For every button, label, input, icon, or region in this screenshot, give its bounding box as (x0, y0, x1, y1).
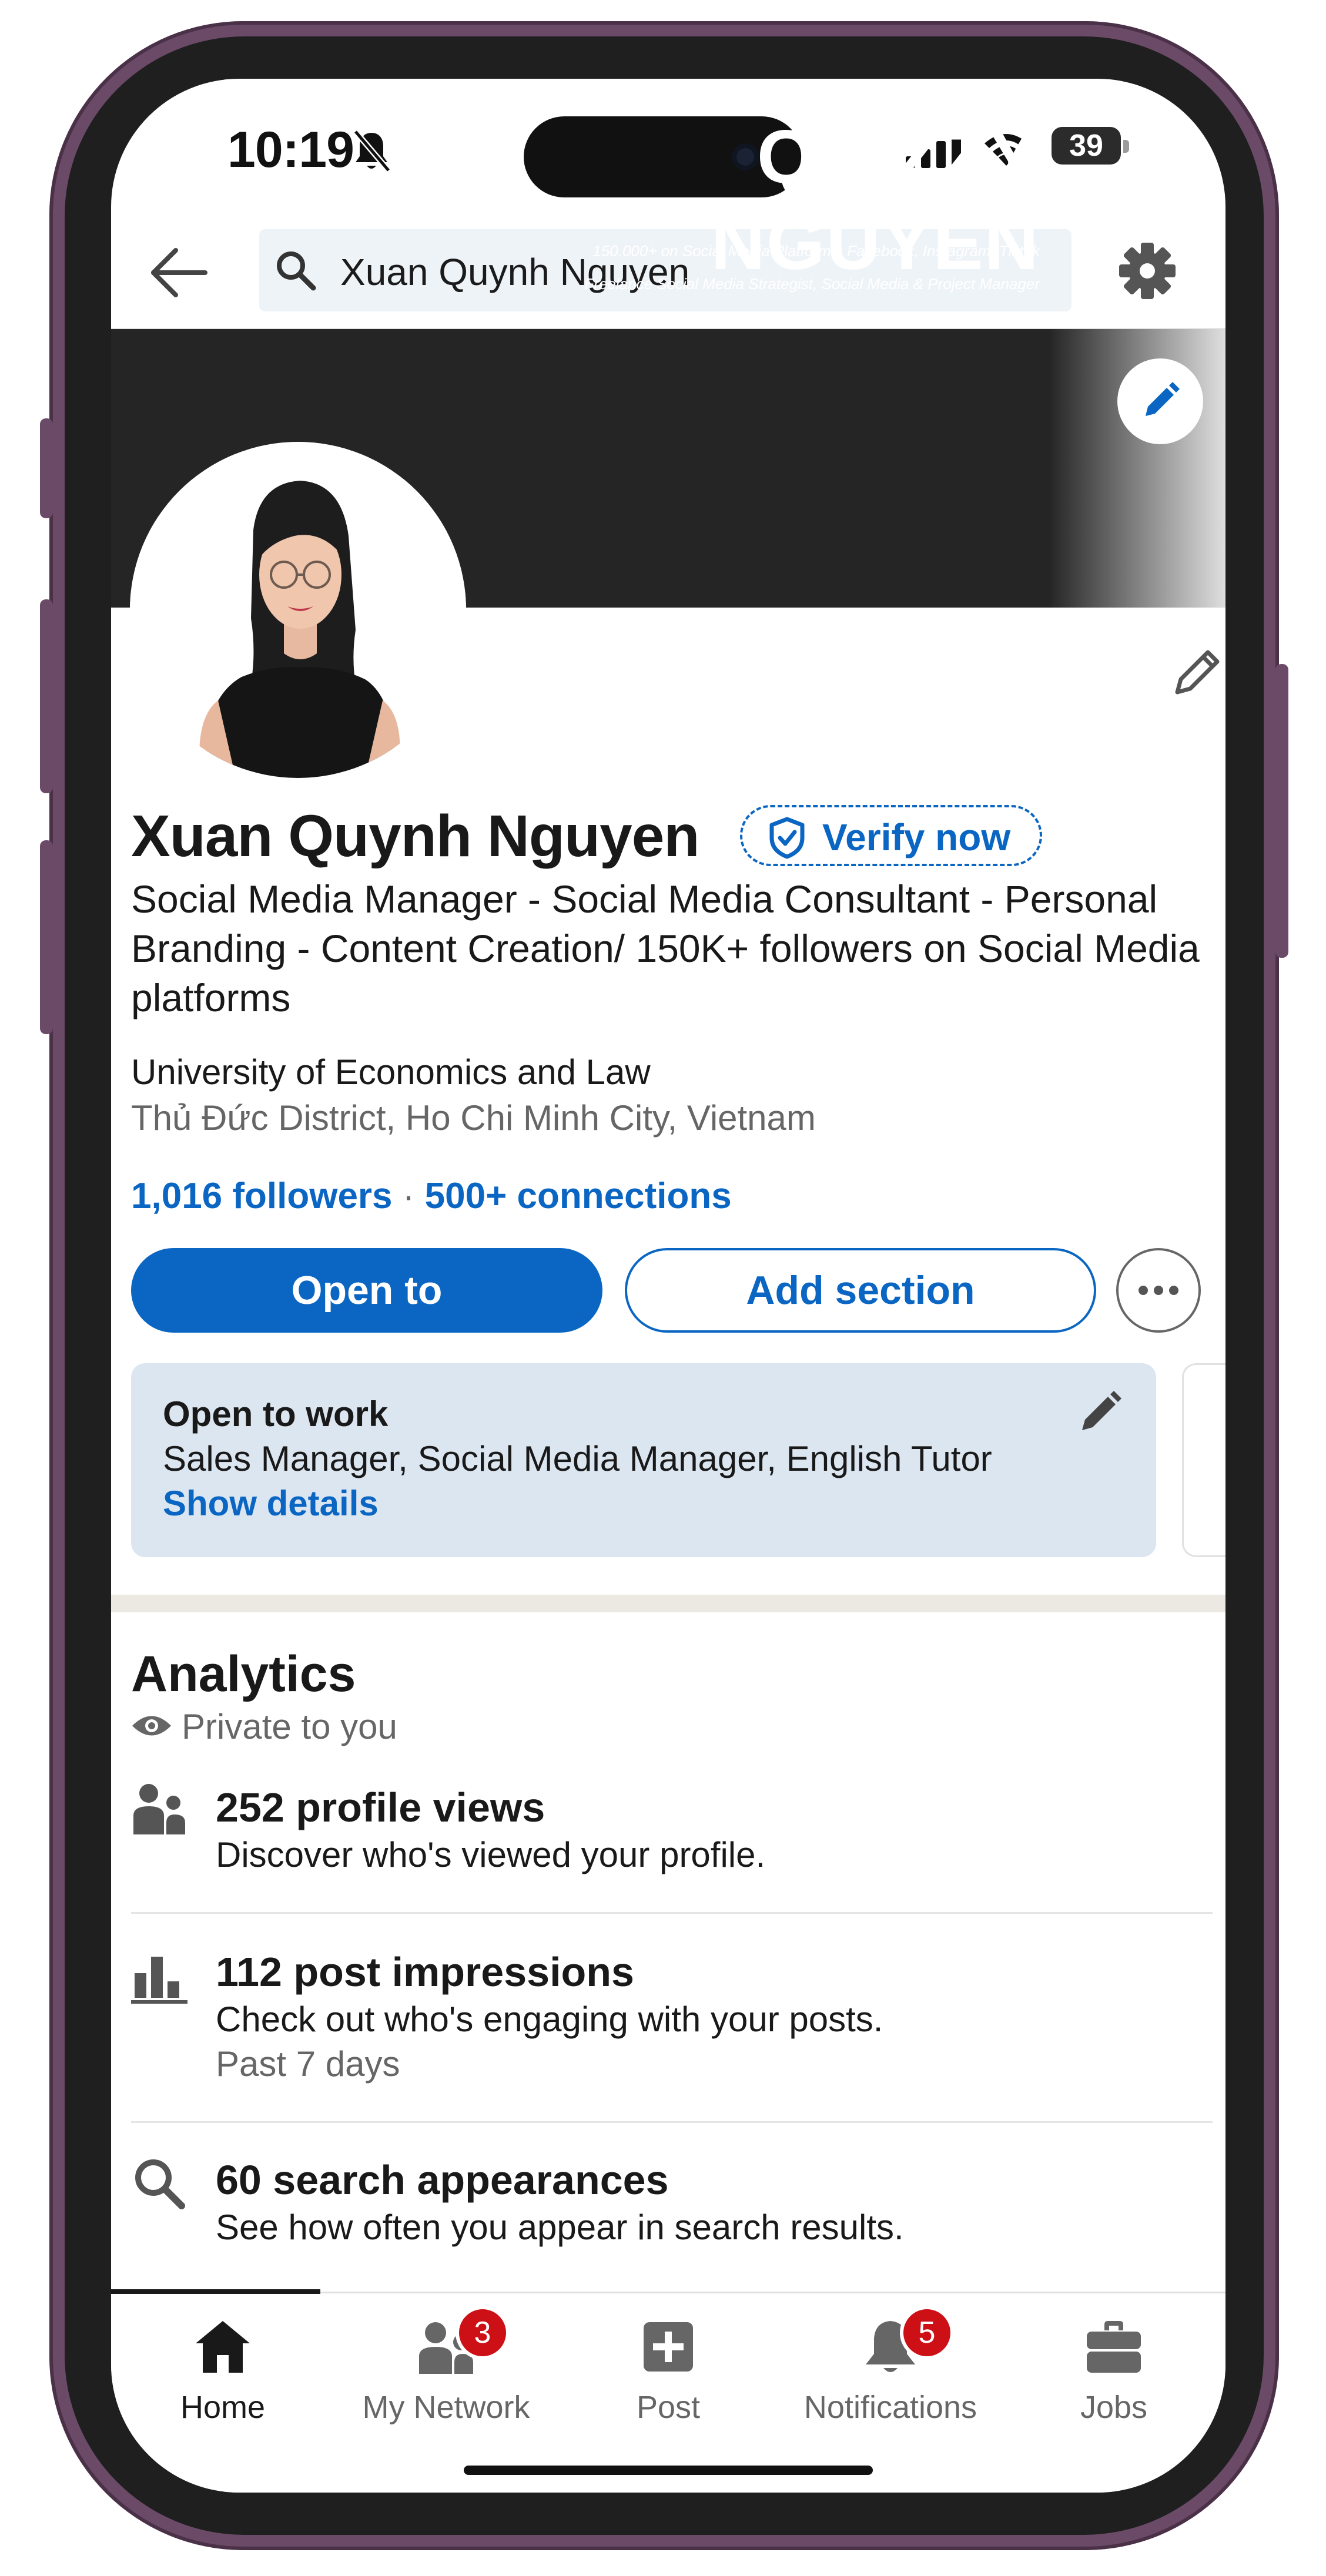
avatar (130, 442, 466, 778)
network-badge: 3 (456, 2306, 510, 2360)
list-divider (131, 1912, 1213, 1914)
people-icon (133, 1784, 185, 1834)
analytics-item-meta: Past 7 days (216, 2044, 400, 2084)
verify-now-button[interactable]: Verify now (740, 805, 1042, 866)
profile-photo[interactable] (130, 442, 466, 778)
notifications-badge: 5 (900, 2306, 954, 2360)
edit-banner-button[interactable] (1117, 358, 1203, 444)
bell-slash-icon (353, 129, 391, 173)
followers-link[interactable]: 1,016 followers (131, 1176, 393, 1216)
add-section-button[interactable]: Add section (625, 1248, 1096, 1333)
plus-square-icon (644, 2322, 693, 2372)
action-button (40, 418, 53, 518)
banner-title: QUIZZY NGUYEN (711, 115, 1040, 286)
nav-my-network[interactable]: 3 My Network (334, 2303, 558, 2433)
connections-link[interactable]: 500+ connections (425, 1176, 732, 1216)
volume-up-button (40, 599, 53, 793)
banner-line-2: Freelance Social Media Strategist, Socia… (584, 275, 1040, 293)
status-time: 10:19 (227, 122, 354, 178)
nav-label: Home (180, 2390, 266, 2425)
analytics-item-subtitle: Check out who's engaging with your posts… (216, 2000, 883, 2039)
profile-headline: Social Media Manager - Social Media Cons… (131, 877, 1200, 1019)
volume-down-button (40, 840, 53, 1034)
nav-post[interactable]: Post (557, 2303, 780, 2433)
banner-line-1: 150.000+ on Social Media Platforms: Face… (592, 242, 1040, 260)
open-to-work-title: Open to work (163, 1394, 389, 1434)
nav-jobs[interactable]: Jobs (1002, 2303, 1225, 2433)
nav-label: My Network (362, 2390, 530, 2425)
analytics-item-title[interactable]: 60 search appearances (216, 2156, 669, 2203)
verify-now-label: Verify now (822, 816, 1011, 858)
analytics-item-subtitle: See how often you appear in search resul… (216, 2208, 904, 2247)
profile-school[interactable]: University of Economics and Law (131, 1052, 651, 1092)
back-arrow-icon[interactable] (146, 243, 211, 302)
analytics-privacy: Private to you (182, 1707, 397, 1746)
stats-separator: · (402, 1176, 415, 1216)
power-button (1275, 664, 1288, 958)
nav-active-indicator (111, 2289, 320, 2294)
eye-icon (132, 1716, 171, 1736)
show-details-link[interactable]: Show details (163, 1483, 379, 1524)
battery-level: 39 (1052, 127, 1121, 165)
analytics-item-title[interactable]: 252 profile views (216, 1784, 545, 1831)
home-icon (196, 2321, 250, 2373)
battery-icon (1123, 140, 1129, 153)
open-to-work-roles: Sales Manager, Social Media Manager, Eng… (163, 1439, 992, 1478)
ellipsis-icon (1139, 1286, 1178, 1295)
nav-label: Jobs (1080, 2390, 1148, 2425)
search-icon (135, 2159, 185, 2209)
shield-check-icon (769, 817, 805, 859)
briefcase-icon (1087, 2321, 1141, 2373)
profile-location: Thủ Đức District, Ho Chi Minh City, Viet… (131, 1098, 816, 1138)
analytics-item-subtitle: Discover who's viewed your profile. (216, 1835, 766, 1874)
bar-chart-icon (131, 1957, 187, 2004)
edit-open-to-work-pencil-icon[interactable] (1075, 1388, 1124, 1437)
nav-label: Notifications (803, 2390, 977, 2425)
banner-subtitle: SOCIAL MEDIA MANAGER (734, 204, 1040, 227)
more-options-button[interactable] (1116, 1248, 1201, 1333)
analytics-title: Analytics (131, 1646, 356, 1702)
nav-home[interactable]: Home (111, 2303, 334, 2433)
edit-intro-pencil-icon[interactable] (1169, 642, 1225, 700)
profile-name: Xuan Quynh Nguyen (131, 803, 699, 869)
analytics-item-title[interactable]: 112 post impressions (216, 1948, 634, 1995)
screen: 10:19 39 Xuan Quynh Nguyen QUIZZY NGUYEN… (111, 79, 1225, 2493)
open-to-button[interactable]: Open to (131, 1248, 602, 1333)
next-card-peek[interactable] (1182, 1363, 1225, 1557)
list-divider (131, 2121, 1213, 2123)
network-stats: 1,016 followers · 500+ connections (131, 1175, 732, 1217)
pencil-icon (1146, 382, 1180, 416)
section-divider (111, 1595, 1225, 1612)
nav-notifications[interactable]: 5 Notifications (779, 2303, 1002, 2433)
home-indicator (464, 2466, 873, 2475)
nav-label: Post (636, 2390, 701, 2425)
gear-icon[interactable] (1115, 239, 1180, 303)
